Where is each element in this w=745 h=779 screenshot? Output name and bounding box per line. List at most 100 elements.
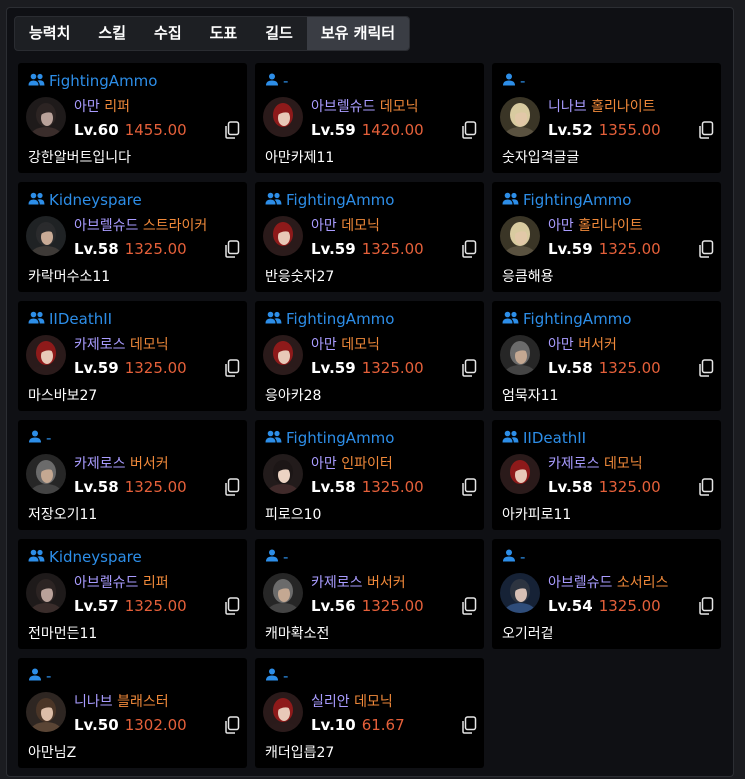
user-name[interactable]: -	[46, 667, 51, 685]
character-name[interactable]: 응큼해용	[502, 266, 554, 286]
group-icon	[28, 191, 49, 209]
user-name[interactable]: Kidneyspare	[49, 548, 142, 566]
item-level: 1455.00	[124, 121, 187, 139]
copy-icon[interactable]	[224, 597, 240, 615]
user-name[interactable]: -	[283, 72, 288, 90]
character-card[interactable]: IIDeathII 카제로스 데모닉 Lv.58 1325.00 아카피로11	[492, 420, 721, 530]
copy-icon[interactable]	[224, 716, 240, 734]
user-name[interactable]: FightingAmmo	[286, 429, 394, 447]
character-card[interactable]: - 실리안 데모닉 Lv.10 61.67 캐더입릅27	[255, 658, 484, 768]
user-row: IIDeathII	[28, 309, 112, 329]
copy-icon[interactable]	[698, 240, 714, 258]
character-name[interactable]: 전마먼든11	[28, 623, 97, 643]
character-card[interactable]: - 니나브 블래스터 Lv.50 1302.00 아만님Z	[18, 658, 247, 768]
avatar	[26, 97, 66, 137]
character-card[interactable]: FightingAmmo 아만 리퍼 Lv.60 1455.00 강한알버트입니다	[18, 63, 247, 173]
copy-icon[interactable]	[224, 359, 240, 377]
class-name: 소서리스	[616, 575, 669, 591]
character-card[interactable]: Kidneyspare 아브렐슈드 리퍼 Lv.57 1325.00 전마먼든11	[18, 539, 247, 649]
character-name[interactable]: 카락머수소11	[28, 266, 110, 286]
character-name[interactable]: 아만님Z	[28, 742, 76, 762]
character-name[interactable]: 오기러겉	[502, 623, 554, 643]
copy-icon[interactable]	[698, 597, 714, 615]
character-name[interactable]: 응아카28	[265, 385, 321, 405]
character-name[interactable]: 저장오기11	[28, 504, 97, 524]
person-icon	[502, 72, 520, 90]
copy-icon[interactable]	[698, 121, 714, 139]
tab-guild[interactable]: 길드	[251, 17, 307, 50]
character-level: Lv.10	[311, 716, 356, 734]
character-name[interactable]: 피로으10	[265, 504, 321, 524]
character-level: Lv.52	[548, 121, 593, 139]
group-icon	[502, 429, 523, 447]
character-level: Lv.58	[548, 478, 593, 496]
user-name[interactable]: FightingAmmo	[286, 310, 394, 328]
character-card[interactable]: IIDeathII 카제로스 데모닉 Lv.59 1325.00 마스바보27	[18, 301, 247, 411]
user-name[interactable]: -	[520, 548, 525, 566]
character-level: Lv.59	[548, 240, 593, 258]
user-name[interactable]: FightingAmmo	[523, 191, 631, 209]
copy-icon[interactable]	[698, 359, 714, 377]
user-name[interactable]: -	[46, 429, 51, 447]
character-card[interactable]: - 아브렐슈드 소서리스 Lv.54 1325.00 오기러겉	[492, 539, 721, 649]
user-name[interactable]: FightingAmmo	[523, 310, 631, 328]
character-card[interactable]: - 아브렐슈드 데모닉 Lv.59 1420.00 아만카제11	[255, 63, 484, 173]
character-name[interactable]: 아카피로11	[502, 504, 571, 524]
class-label: 실리안 데모닉	[311, 691, 393, 711]
character-card[interactable]: FightingAmmo 아만 인파이터 Lv.58 1325.00 피로으10	[255, 420, 484, 530]
character-name[interactable]: 아만카제11	[265, 147, 334, 167]
tab-owned-characters[interactable]: 보유 캐릭터	[306, 17, 410, 50]
character-level: Lv.57	[74, 597, 119, 615]
tab-chart[interactable]: 도표	[196, 17, 252, 50]
character-card[interactable]: Kidneyspare 아브렐슈드 스트라이커 Lv.58 1325.00 카락머수소1…	[18, 182, 247, 292]
character-card[interactable]: - 카제로스 버서커 Lv.56 1325.00 캐마확소전	[255, 539, 484, 649]
character-name[interactable]: 강한알버트입니다	[28, 147, 131, 167]
user-name[interactable]: IIDeathII	[49, 310, 112, 328]
user-name[interactable]: -	[283, 548, 288, 566]
class-label: 카제로스 버서커	[74, 453, 169, 473]
avatar	[263, 335, 303, 375]
user-name[interactable]: IIDeathII	[523, 429, 586, 447]
character-card[interactable]: FightingAmmo 아만 버서커 Lv.58 1325.00 엄묵자11	[492, 301, 721, 411]
character-name[interactable]: 캐더입릅27	[265, 742, 334, 762]
character-card[interactable]: - 니나브 홀리나이트 Lv.52 1355.00 숫자입격글글	[492, 63, 721, 173]
copy-icon[interactable]	[461, 478, 477, 496]
class-name: 데모닉	[341, 218, 380, 234]
character-card[interactable]: FightingAmmo 아만 데모닉 Lv.59 1325.00 반응숫자27	[255, 182, 484, 292]
class-label: 아만 데모닉	[311, 215, 380, 235]
tab-collection[interactable]: 수집	[140, 17, 196, 50]
copy-icon[interactable]	[461, 240, 477, 258]
copy-icon[interactable]	[698, 478, 714, 496]
class-label: 아만 인파이터	[311, 453, 393, 473]
user-name[interactable]: FightingAmmo	[49, 72, 157, 90]
copy-icon[interactable]	[224, 478, 240, 496]
user-name[interactable]: FightingAmmo	[286, 191, 394, 209]
copy-icon[interactable]	[224, 121, 240, 139]
character-name[interactable]: 마스바보27	[28, 385, 97, 405]
character-name[interactable]: 숫자입격글글	[502, 147, 579, 167]
tab-skills[interactable]: 스킬	[84, 17, 140, 50]
item-level: 1325.00	[598, 240, 661, 258]
character-name[interactable]: 엄묵자11	[502, 385, 558, 405]
class-name: 데모닉	[341, 337, 380, 353]
tab-stats[interactable]: 능력치	[15, 17, 84, 50]
level-row: Lv.54 1325.00	[548, 597, 661, 615]
server-name: 아브렐슈드	[311, 99, 376, 115]
character-card[interactable]: FightingAmmo 아만 홀리나이트 Lv.59 1325.00 응큼해용	[492, 182, 721, 292]
user-name[interactable]: -	[283, 667, 288, 685]
user-name[interactable]: Kidneyspare	[49, 191, 142, 209]
character-card[interactable]: FightingAmmo 아만 데모닉 Lv.59 1325.00 응아카28	[255, 301, 484, 411]
copy-icon[interactable]	[224, 240, 240, 258]
character-card[interactable]: - 카제로스 버서커 Lv.58 1325.00 저장오기11	[18, 420, 247, 530]
level-row: Lv.58 1325.00	[74, 240, 187, 258]
copy-icon[interactable]	[461, 359, 477, 377]
server-name: 카제로스	[311, 575, 363, 591]
character-name[interactable]: 캐마확소전	[265, 623, 329, 643]
class-name: 스트라이커	[142, 218, 208, 234]
copy-icon[interactable]	[461, 597, 477, 615]
copy-icon[interactable]	[461, 716, 477, 734]
user-name[interactable]: -	[520, 72, 525, 90]
avatar	[26, 692, 66, 732]
copy-icon[interactable]	[461, 121, 477, 139]
character-name[interactable]: 반응숫자27	[265, 266, 334, 286]
